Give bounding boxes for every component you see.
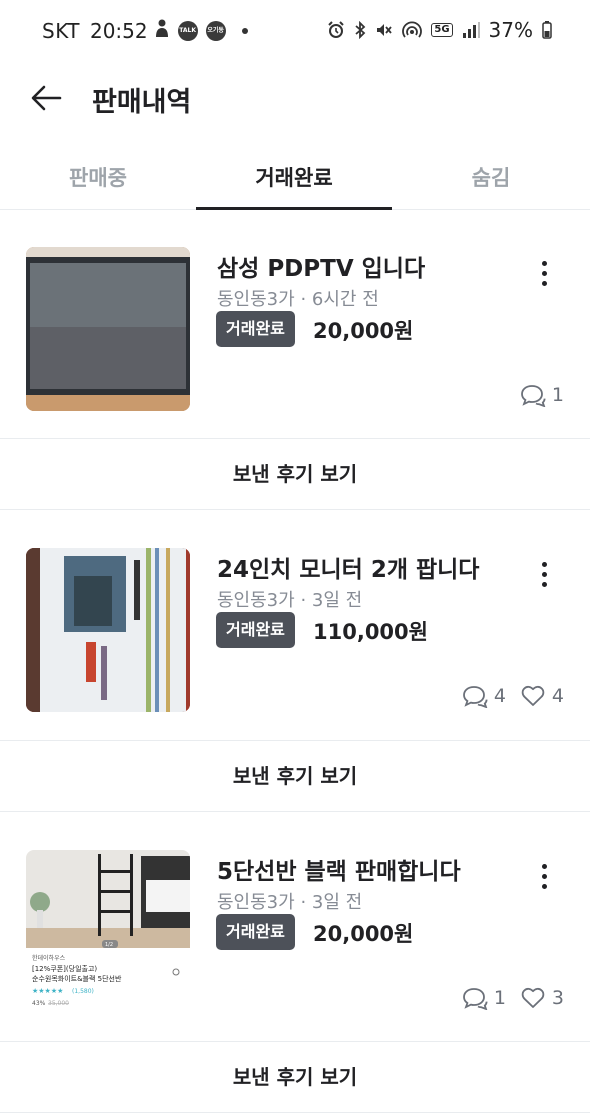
view-sent-review-button[interactable]: 보낸 후기 보기 [0, 1041, 590, 1113]
status-badge: 거래완료 [216, 311, 295, 347]
signal-icon [462, 22, 480, 38]
rating-stars: ★★★★★ [32, 987, 63, 995]
item-meta: 동인동3가 · 3일 전 [217, 888, 362, 914]
discount-text: 43% [32, 1000, 46, 1007]
battery-icon [542, 21, 552, 39]
item-thumbnail[interactable] [26, 548, 190, 712]
item-title: 5단선반 블랙 판매합니다 [217, 859, 461, 885]
item-counts: 4 4 [448, 684, 564, 708]
tab-completed-label: 거래완료 [255, 166, 333, 190]
person-icon [154, 18, 170, 43]
page-title: 판매내역 [92, 87, 192, 118]
tab-hidden-label: 숨김 [471, 166, 511, 190]
chat-count-value: 1 [493, 987, 506, 1009]
pager-text: 1/2 [105, 942, 113, 948]
item-location: 동인동3가 [217, 892, 295, 913]
item-time: 3일 전 [311, 892, 363, 913]
item-title: 24인치 모니터 2개 팝니다 [217, 557, 480, 583]
chat-bubble-icon [462, 686, 488, 708]
carrier-label: SKT [42, 18, 80, 43]
product-name-text: 순수원목화이트&블랙 5단선반 [32, 974, 122, 983]
tv-photo-icon [26, 247, 190, 411]
orig-price-text: 35,000 [48, 1000, 69, 1007]
view-sent-review-button[interactable]: 보낸 후기 보기 [0, 740, 590, 812]
clock: 20:52 [89, 18, 148, 43]
tab-completed[interactable]: 거래완료 [196, 148, 392, 210]
more-options-button[interactable] [532, 253, 556, 293]
tab-bar: 판매중 거래완료 숨김 [0, 148, 590, 210]
like-count-value: 3 [551, 987, 564, 1009]
item-thumbnail[interactable]: 1/2 한데이하우스 [12%쿠폰](당일출고) 순수원목화이트&블랙 5단선반… [26, 850, 190, 1014]
chat-count-value: 4 [493, 685, 506, 707]
item-price: 110,000원 [313, 620, 428, 644]
back-arrow-icon [31, 85, 62, 111]
status-bar: SKT 20:52 TALK 오기동 5G 37% [0, 0, 590, 62]
chat-count-value: 1 [551, 384, 564, 406]
promo-text: [12%쿠폰](당일출고) [32, 964, 97, 973]
chat-count: 1 [462, 986, 506, 1010]
mute-icon [375, 21, 393, 39]
more-options-button[interactable] [532, 856, 556, 896]
alarm-icon [327, 21, 345, 39]
like-count: 3 [520, 986, 564, 1010]
more-options-button[interactable] [532, 554, 556, 594]
item-location: 동인동3가 [217, 289, 295, 310]
meta-separator: · [300, 590, 307, 611]
chat-bubble-icon [462, 988, 488, 1010]
heart-icon [521, 685, 545, 706]
list-item[interactable]: 1/2 한데이하우스 [12%쿠폰](당일출고) 순수원목화이트&블랙 5단선반… [0, 812, 590, 1042]
meta-separator: · [300, 289, 307, 310]
heart-icon [521, 987, 545, 1008]
status-badge: 거래완료 [216, 612, 295, 648]
more-notifications-dot [241, 27, 248, 34]
network-5g-icon: 5G [431, 23, 453, 37]
item-price: 20,000원 [313, 922, 414, 946]
tab-selling[interactable]: 판매중 [0, 148, 196, 209]
like-count: 4 [520, 684, 564, 708]
tab-hidden[interactable]: 숨김 [392, 148, 590, 209]
status-left: SKT 20:52 TALK 오기동 [42, 18, 248, 43]
app-bar: 판매내역 [0, 62, 590, 134]
chat-count: 4 [462, 684, 506, 708]
item-time: 6시간 전 [311, 289, 379, 310]
item-counts: 1 3 [448, 986, 564, 1010]
item-meta: 동인동3가 · 3일 전 [217, 586, 362, 612]
item-time: 3일 전 [311, 590, 363, 611]
item-thumbnail[interactable] [26, 247, 190, 411]
shop-text: 한데이하우스 [32, 954, 66, 962]
like-count-value: 4 [551, 685, 564, 707]
item-location: 동인동3가 [217, 590, 295, 611]
chat-bubble-icon [521, 385, 546, 407]
talk-notification-icon: TALK [177, 20, 198, 41]
item-meta: 동인동3가 · 6시간 전 [217, 285, 379, 311]
meta-separator: · [300, 892, 307, 913]
tab-selling-label: 판매중 [69, 166, 127, 190]
status-right: 5G 37% [318, 18, 552, 42]
shelf-product-screenshot-icon: 1/2 한데이하우스 [12%쿠폰](당일출고) 순수원목화이트&블랙 5단선반… [26, 850, 190, 1014]
item-counts: 1 [506, 383, 564, 407]
battery-percent: 37% [488, 18, 533, 42]
hotspot-icon [402, 21, 423, 39]
rating-count: (1,580) [72, 988, 94, 995]
chat-count: 1 [520, 383, 564, 407]
list-item[interactable]: 삼성 PDPTV 입니다 동인동3가 · 6시간 전 거래완료 20,000원 … [0, 209, 590, 439]
monitor-box-photo-icon [26, 548, 190, 712]
status-badge: 거래완료 [216, 914, 295, 950]
view-sent-review-button[interactable]: 보낸 후기 보기 [0, 438, 590, 510]
back-button[interactable] [28, 80, 64, 116]
bluetooth-icon [354, 21, 366, 39]
list-item[interactable]: 24인치 모니터 2개 팝니다 동인동3가 · 3일 전 거래완료 110,00… [0, 510, 590, 740]
item-title: 삼성 PDPTV 입니다 [217, 256, 426, 282]
app-notification-icon: 오기동 [205, 20, 226, 41]
item-price: 20,000원 [313, 319, 414, 343]
